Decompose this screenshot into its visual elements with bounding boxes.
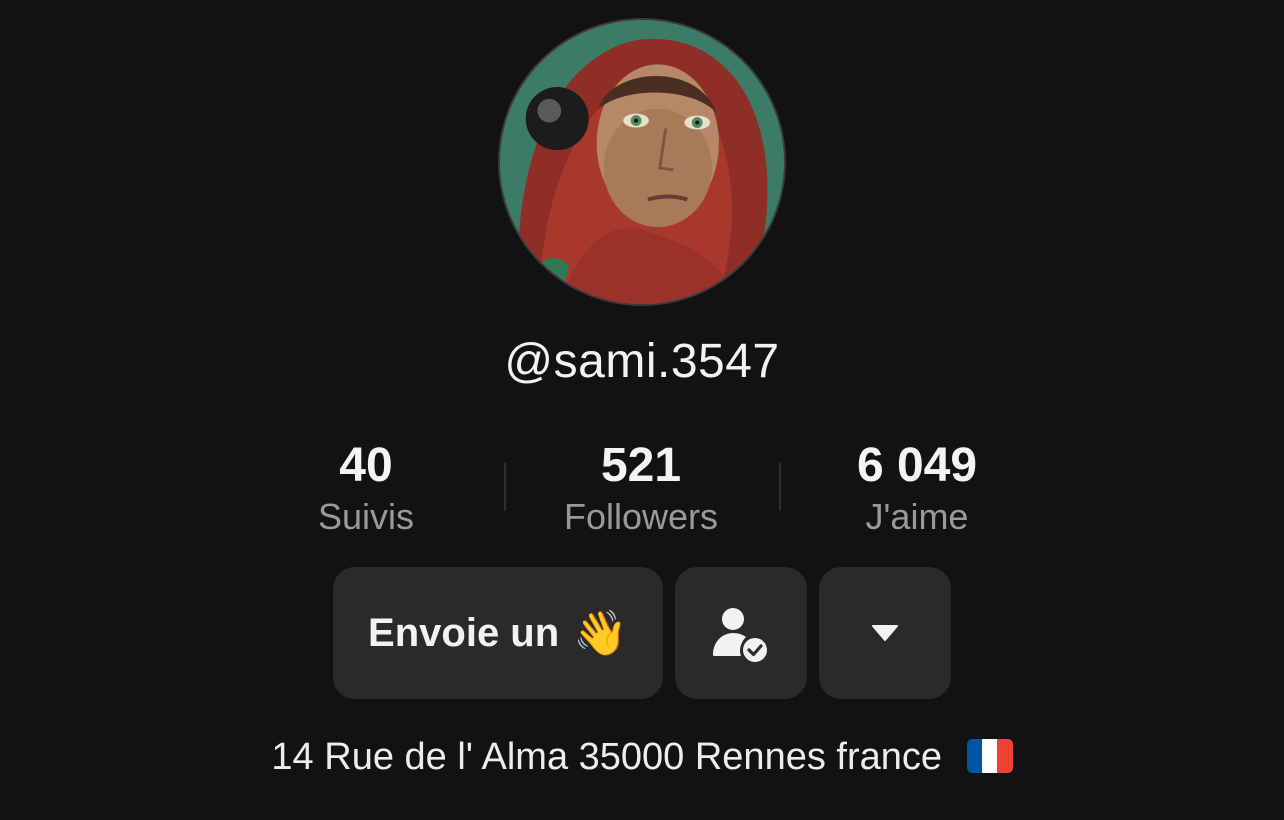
following-status-button[interactable] — [675, 567, 807, 699]
followers-label: Followers — [563, 496, 719, 537]
wave-emoji-icon: 👋 — [573, 609, 628, 658]
send-wave-label: Envoie un — [368, 610, 560, 655]
following-label: Suivis — [317, 496, 415, 537]
send-wave-button[interactable]: Envoie un 👋 — [333, 567, 663, 699]
followers-count: 521 — [600, 439, 682, 492]
profile-page: @sami.3547 40 Suivis 521 Followers 6 049… — [0, 0, 1284, 820]
stat-likes[interactable]: 6 049 J'aime — [787, 440, 1047, 538]
stat-following[interactable]: 40 Suivis — [236, 440, 496, 538]
france-flag-icon — [966, 739, 1013, 773]
more-options-button[interactable] — [819, 567, 951, 699]
stat-divider — [504, 463, 506, 511]
stat-followers[interactable]: 521 Followers — [511, 440, 771, 538]
bio-text: 14 Rue de l' Alma 35000 Rennes france — [271, 736, 943, 778]
likes-count: 6 049 — [856, 439, 978, 492]
following-count: 40 — [339, 439, 393, 492]
likes-label: J'aime — [865, 496, 969, 537]
avatar-image — [500, 20, 784, 304]
caret-down-icon — [872, 625, 898, 641]
bio-address: 14 Rue de l' Alma 35000 Rennes france — [0, 736, 1284, 779]
profile-avatar[interactable] — [498, 18, 786, 306]
stat-divider — [779, 463, 781, 511]
username: @sami.3547 — [504, 335, 780, 388]
person-check-icon — [713, 608, 767, 662]
